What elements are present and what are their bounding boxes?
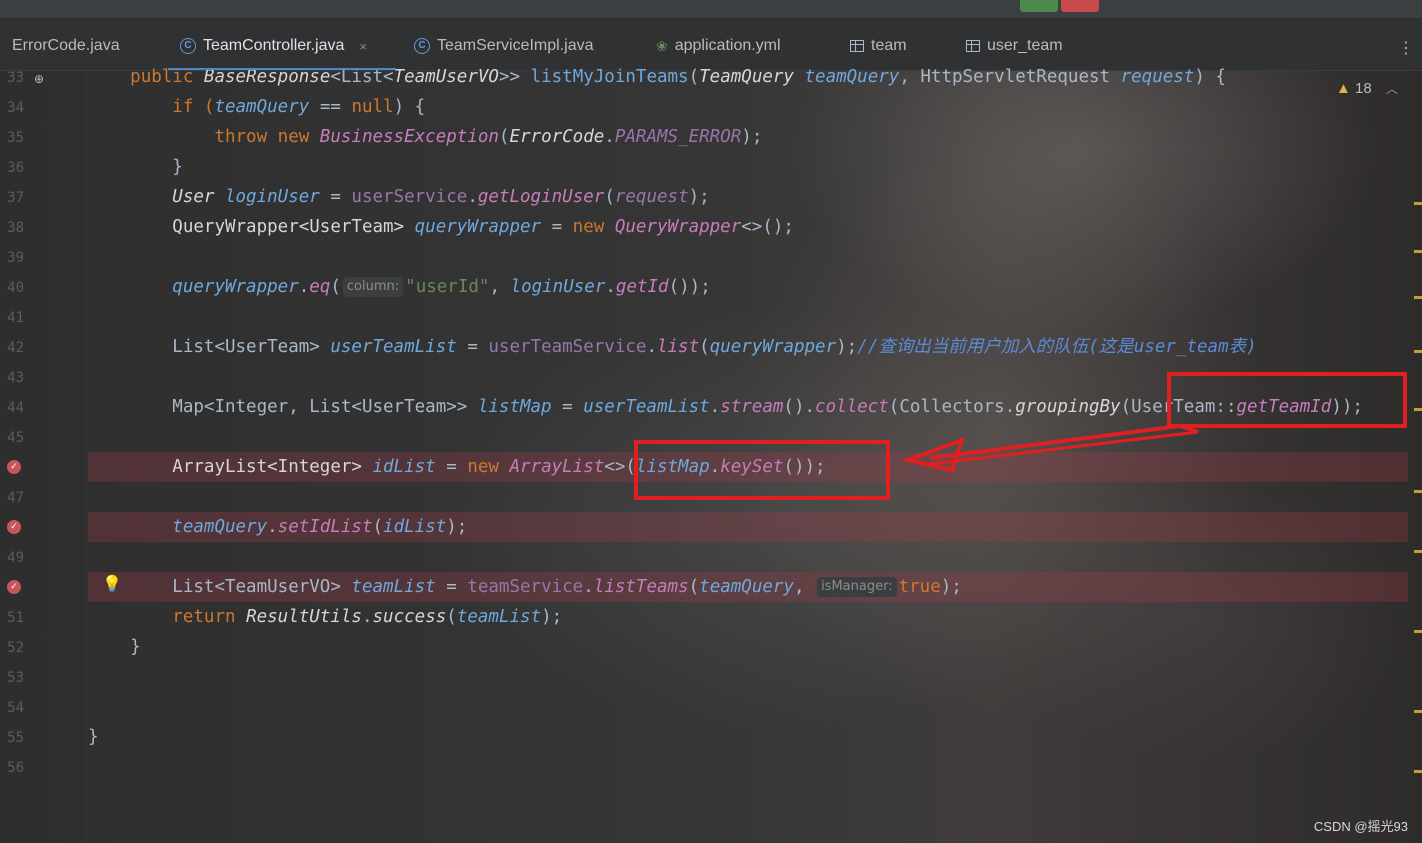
watermark: CSDN @摇光93 (1313, 819, 1408, 834)
annotation-arrow (900, 423, 1199, 473)
